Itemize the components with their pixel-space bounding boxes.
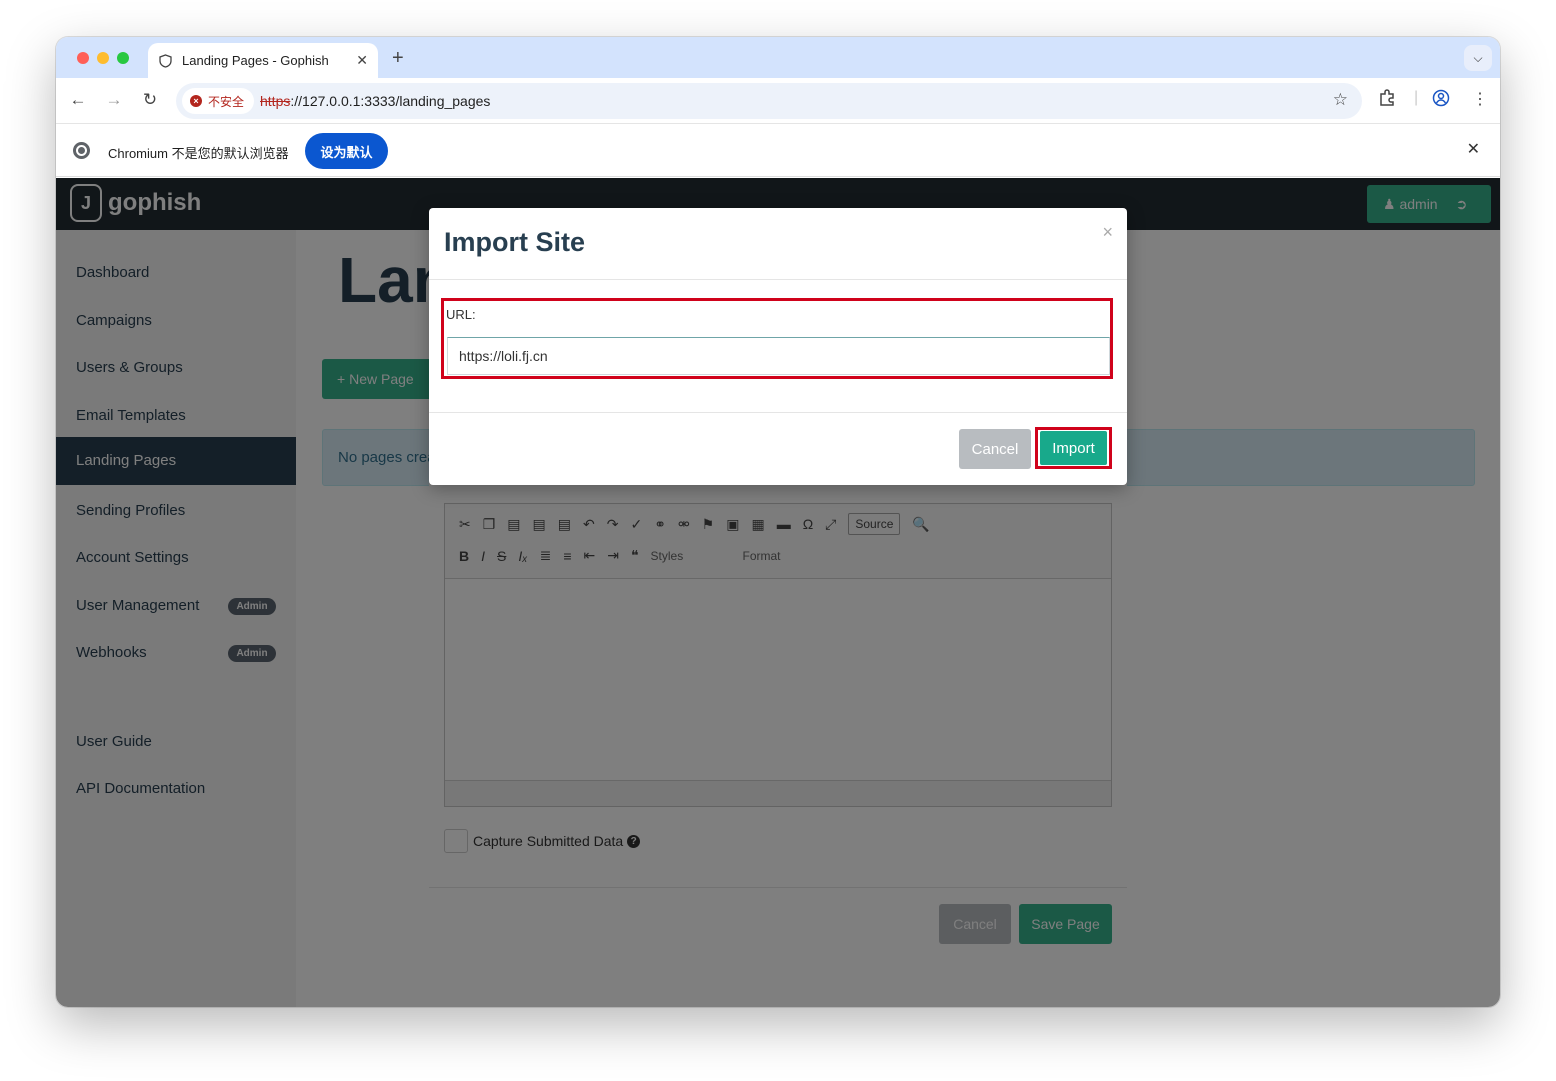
zoom-window-button[interactable] [117,52,129,64]
tab-search-button[interactable]: ⌵ [1464,45,1492,71]
tab-strip: Landing Pages - Gophish ✕ + ⌵ [56,37,1500,78]
import-modal-header: Import Site × [429,208,1127,280]
security-label: 不安全 [208,94,245,109]
minimize-window-button[interactable] [97,52,109,64]
forward-arrow-icon[interactable]: → [103,90,125,110]
profile-icon[interactable] [1432,89,1450,112]
extensions-icon[interactable] [1378,89,1396,112]
browser-toolbar: ← → ↻ × 不安全 https://127.0.0.1:3333/landi… [56,78,1500,124]
infobar-close-icon[interactable]: ✕ [1467,139,1480,159]
default-browser-infobar: Chromium 不是您的默认浏览器 设为默认 ✕ [56,124,1500,177]
bookmark-star-icon[interactable]: ☆ [1333,90,1348,110]
window-controls [77,52,129,64]
import-button-highlight: Import [1035,427,1112,469]
set-default-button[interactable]: 设为默认 [305,133,388,169]
address-bar[interactable]: × 不安全 https://127.0.0.1:3333/landing_pag… [176,83,1362,119]
browser-window: Landing Pages - Gophish ✕ + ⌵ ← → ↻ × 不安… [56,37,1500,1007]
close-window-button[interactable] [77,52,89,64]
infobar-message: Chromium 不是您的默认浏览器 [108,146,289,161]
tab-landing-pages[interactable]: Landing Pages - Gophish ✕ [148,43,378,78]
new-tab-button[interactable]: + [392,47,404,70]
url-input[interactable]: https://loli.fj.cn [447,337,1110,375]
url-path: ://127.0.0.1:3333/landing_pages [290,93,491,109]
import-modal-title: Import Site [444,227,586,257]
security-chip[interactable]: × 不安全 [182,88,255,114]
tab-close-icon[interactable]: ✕ [356,52,368,69]
reload-icon[interactable]: ↻ [139,90,161,110]
import-modal-footer: Cancel Import [429,412,1127,485]
cancel-button[interactable]: Cancel [959,429,1031,469]
url-scheme: https [260,93,291,109]
more-menu-icon[interactable]: ⋮ [1472,89,1488,109]
url-form-group: URL: https://loli.fj.cn [441,298,1113,379]
import-site-modal: Import Site × URL: https://loli.fj.cn Ca… [429,208,1127,485]
import-button[interactable]: Import [1040,431,1107,465]
page-content: J gophish ♟ admin ➲ Dashboard Campaigns … [56,178,1500,1007]
chevron-down-icon: ⌵ [1473,50,1483,65]
url-text[interactable]: https://127.0.0.1:3333/landing_pages [260,93,490,109]
close-icon[interactable]: × [1102,222,1113,243]
divider: | [1414,89,1419,106]
shield-icon [158,53,172,68]
warning-icon: × [190,95,202,107]
chromium-logo-icon [73,142,90,159]
url-label: URL: [446,307,476,322]
tab-title: Landing Pages - Gophish [182,53,329,68]
back-arrow-icon[interactable]: ← [67,90,89,110]
